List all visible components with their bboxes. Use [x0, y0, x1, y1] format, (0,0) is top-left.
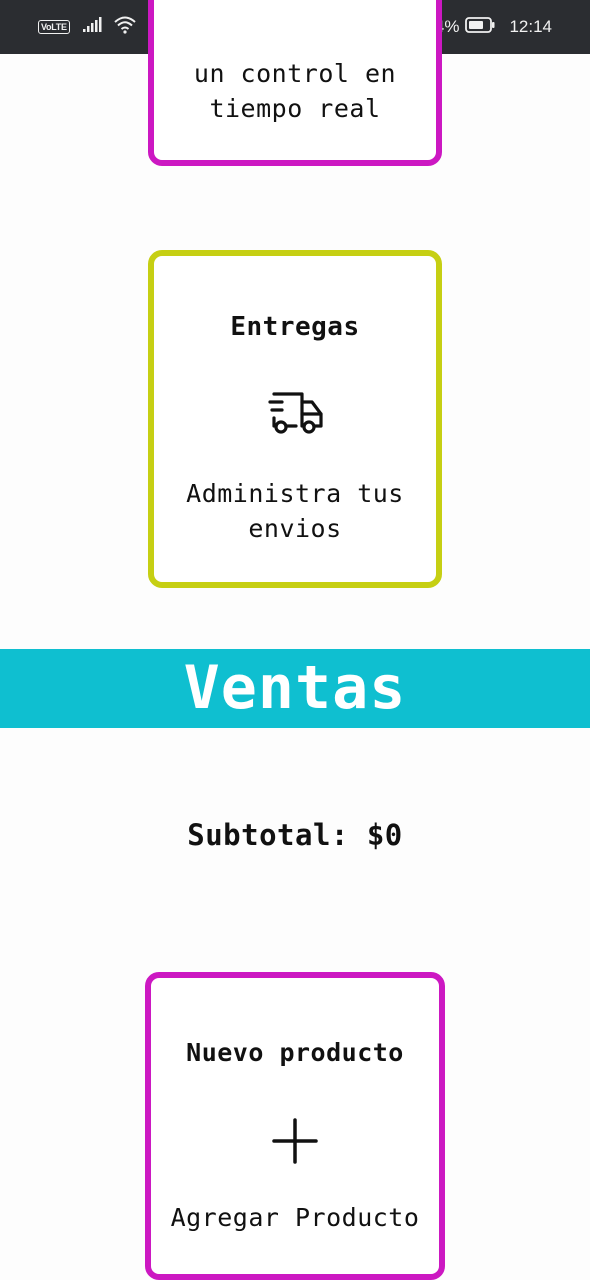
card-title: Entregas	[230, 312, 360, 342]
card-title: Nuevo producto	[186, 1038, 404, 1067]
clock: 12:14	[509, 17, 552, 36]
entregas-card[interactable]: Entregas Administra tus envios	[148, 250, 442, 588]
battery-icon	[465, 16, 495, 38]
card-description: un control en tiempo real	[193, 59, 397, 123]
signal-icon	[82, 16, 102, 38]
plus-icon	[272, 1118, 318, 1168]
section-title: Ventas	[183, 653, 407, 723]
subtotal-label: Subtotal: $0	[187, 818, 403, 852]
card-description: Administra tus envios	[186, 479, 404, 543]
wifi-icon	[114, 16, 136, 39]
card-description: Agregar Producto	[170, 1203, 420, 1232]
ventas-banner: Ventas	[0, 649, 590, 728]
delivery-truck-icon	[268, 390, 324, 440]
new-product-card[interactable]: Nuevo producto Agregar Producto	[145, 972, 445, 1280]
volte-indicator: VoLTE	[38, 20, 70, 34]
realtime-control-card[interactable]: un control en tiempo real	[148, 0, 442, 166]
